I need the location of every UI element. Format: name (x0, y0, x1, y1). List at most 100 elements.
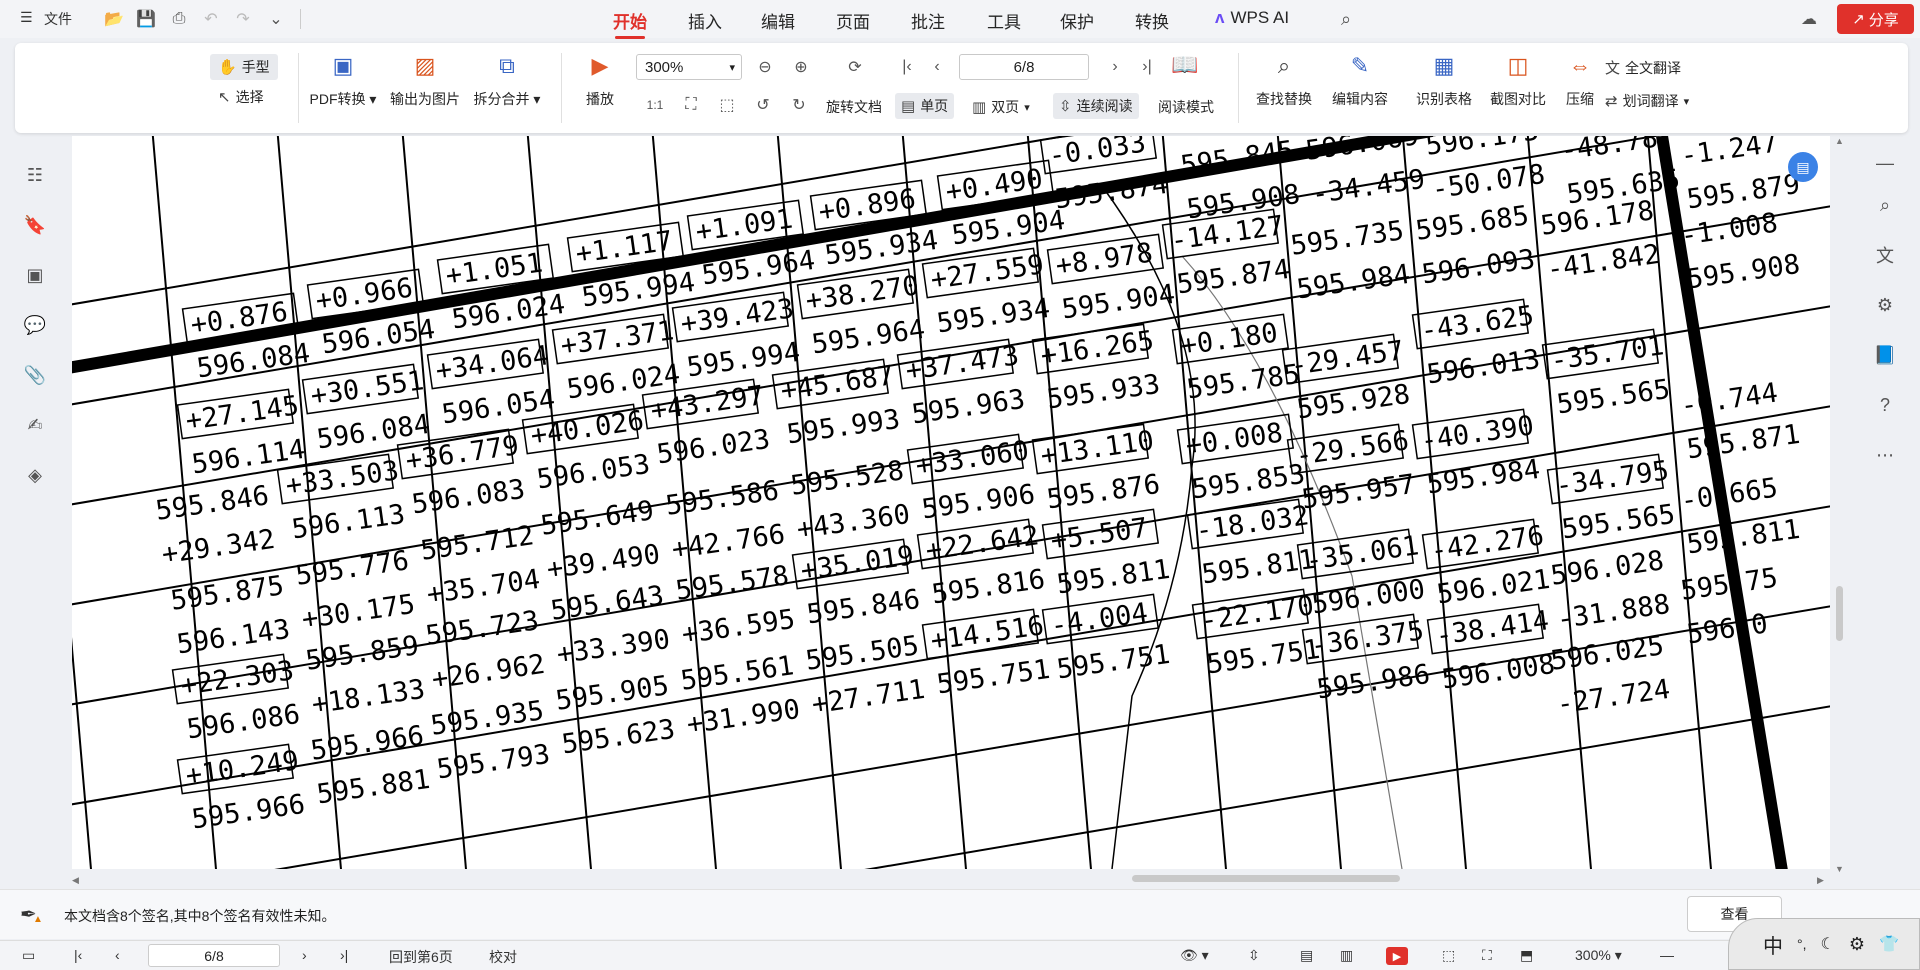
scroll-thumb[interactable] (1836, 586, 1843, 641)
first-page-icon[interactable]: |‹ (74, 947, 82, 963)
attachment-icon[interactable]: 📎 (22, 362, 48, 388)
comment-icon[interactable]: 💬 (22, 312, 48, 338)
word-translate-button[interactable]: ⇄ 划词翻译 ▾ (1605, 91, 1689, 111)
outline-icon[interactable]: ☷ (22, 162, 48, 188)
tab-edit[interactable]: 编辑 (761, 8, 795, 33)
punctuation-icon[interactable]: °, (1797, 936, 1807, 952)
pdf-convert-button[interactable]: ▣ PDF转换 ▾ (303, 51, 383, 109)
last-page-icon[interactable]: ›| (1135, 55, 1159, 79)
thumbnail-icon[interactable]: ▣ (22, 262, 48, 288)
proofread-button[interactable]: 校对 (489, 947, 517, 967)
hand-tool-button[interactable]: ✋ 手型 (210, 54, 278, 80)
search-icon[interactable]: ⌕ (1872, 192, 1898, 218)
play-icon[interactable]: ▶ (1386, 947, 1408, 965)
full-translate-button[interactable]: 文全文翻译 (1605, 57, 1681, 78)
recognize-table-button[interactable]: ▦ 识别表格 (1407, 51, 1481, 109)
gear-icon[interactable]: ⚙ (1849, 934, 1865, 955)
zoom-level[interactable]: 300% ▾ (1575, 947, 1622, 964)
continuous-icon[interactable]: ⇳ (1248, 947, 1260, 964)
search-icon[interactable]: ⌕ (1334, 7, 1358, 31)
edit-content-button[interactable]: ✎ 编辑内容 (1323, 51, 1397, 109)
tab-start[interactable]: 开始 (613, 8, 647, 39)
scroll-thumb[interactable] (1132, 875, 1400, 882)
eye-icon[interactable]: 👁 ▾ (1180, 947, 1209, 964)
tab-insert[interactable]: 插入 (688, 8, 722, 33)
export-image-button[interactable]: ▨ 输出为图片 (385, 51, 465, 109)
prev-page-icon[interactable]: ‹ (925, 55, 949, 79)
scroll-right-icon[interactable]: ▶ (1817, 875, 1824, 886)
last-page-icon[interactable]: ›| (340, 947, 348, 963)
rotate-doc-icon[interactable]: ⟳ (843, 55, 867, 79)
settings-sliders-icon[interactable]: ⚙ (1872, 292, 1898, 318)
screenshot-icon[interactable]: ⬒ (1520, 947, 1533, 964)
scroll-down-icon[interactable]: ▼ (1835, 864, 1844, 874)
actual-size-icon[interactable]: 1:1 (643, 93, 667, 117)
layers-icon[interactable]: ◈ (22, 462, 48, 488)
double-page-icon[interactable]: ▥ (1340, 947, 1353, 964)
continuous-read-button[interactable]: ⇳ 连续阅读 (1053, 93, 1139, 119)
play-button[interactable]: ▶ 播放 (575, 51, 625, 109)
select-tool-button[interactable]: ↖ 选择 (218, 87, 264, 107)
next-page-icon[interactable]: › (1103, 55, 1127, 79)
read-mode-button[interactable]: 阅读模式 (1158, 97, 1214, 117)
zoom-out-icon[interactable]: — (1660, 947, 1674, 963)
single-page-button[interactable]: ▤ 单页 (895, 93, 955, 119)
rotate-doc-button[interactable]: 旋转文档 (826, 97, 882, 117)
signature-icon[interactable]: ✍ (22, 412, 48, 438)
undo-icon[interactable]: ↶ (199, 7, 223, 31)
bookmark-icon[interactable]: 🔖 (22, 212, 48, 238)
rotate-left-icon[interactable]: ↺ (751, 93, 775, 117)
fit-page-icon[interactable]: ⛶ (679, 93, 703, 117)
page-number-input[interactable]: 6/8 (148, 944, 280, 967)
print-icon[interactable]: ⎙ (167, 7, 191, 31)
scroll-left-icon[interactable]: ◀ (72, 875, 79, 886)
compress-button[interactable]: ⇔ 压缩 (1555, 51, 1605, 109)
tab-convert[interactable]: 转换 (1135, 8, 1169, 33)
tab-page[interactable]: 页面 (836, 8, 870, 33)
find-replace-button[interactable]: ⌕ 查找替换 (1247, 51, 1321, 109)
split-merge-button[interactable]: ⧉ 拆分合并 ▾ (467, 51, 547, 109)
fit-page-icon[interactable]: ⛶ (1482, 947, 1492, 964)
double-page-button[interactable]: ▥ 双页 ▾ (972, 97, 1030, 117)
read-mode-icon[interactable]: 📖 (1171, 52, 1198, 77)
tab-tools[interactable]: 工具 (987, 8, 1021, 33)
more-icon[interactable]: ⋯ (1872, 442, 1898, 468)
share-button[interactable]: ↗ 分享 (1837, 4, 1914, 34)
tab-protect[interactable]: 保护 (1060, 8, 1094, 33)
scroll-up-icon[interactable]: ▲ (1835, 136, 1844, 146)
page-input[interactable]: 6/8 (959, 54, 1089, 80)
redo-icon[interactable]: ↷ (231, 7, 255, 31)
collapse-icon[interactable]: — (1872, 150, 1898, 176)
ime-language[interactable]: 中 (1763, 930, 1783, 959)
chevron-down-icon[interactable]: ⌄ (264, 7, 288, 31)
tab-annotate[interactable]: 批注 (911, 8, 945, 33)
hamburger-icon[interactable]: ☰ (20, 9, 33, 26)
ime-toolbar[interactable]: 中 °, ☾ ⚙ 👕 (1728, 918, 1920, 970)
prev-page-icon[interactable]: ‹ (115, 947, 120, 963)
save-icon[interactable]: 💾 (134, 7, 158, 31)
wps-ai-button[interactable]: ᴧ WPS AI (1215, 8, 1289, 28)
fit-width-icon[interactable]: ⬚ (1442, 947, 1455, 964)
sidebar-toggle-icon[interactable]: ▭ (22, 947, 35, 964)
screenshot-compare-button[interactable]: ◫ 截图对比 (1481, 51, 1555, 109)
rotate-right-icon[interactable]: ↻ (787, 93, 811, 117)
back-to-page-link[interactable]: 回到第6页 (389, 947, 453, 967)
vertical-scrollbar[interactable]: ▲ ▼ (1834, 136, 1846, 876)
cloud-upload-icon[interactable]: ☁ (1797, 7, 1821, 31)
floating-tool-icon[interactable]: ▤ (1788, 152, 1818, 182)
book-icon[interactable]: 📘 (1872, 342, 1898, 368)
zoom-out-icon[interactable]: ⊖ (753, 55, 777, 79)
fit-width-icon[interactable]: ⬚ (715, 93, 739, 117)
first-page-icon[interactable]: |‹ (895, 55, 919, 79)
open-folder-icon[interactable]: 📂 (102, 7, 126, 31)
document-viewport[interactable]: +0.876 596.084 +0.966 596.054 +1.051 596.024 +… (72, 136, 1830, 869)
moon-icon[interactable]: ☾ (1821, 934, 1835, 954)
translate-icon[interactable]: 文 (1872, 242, 1898, 268)
horizontal-scrollbar[interactable]: ◀ ▶ (72, 872, 1830, 886)
next-page-icon[interactable]: › (302, 947, 307, 963)
single-page-icon[interactable]: ▤ (1300, 947, 1313, 964)
zoom-in-icon[interactable]: ⊕ (789, 55, 813, 79)
file-menu[interactable]: 文件 (44, 9, 72, 29)
shirt-icon[interactable]: 👕 (1879, 934, 1899, 954)
zoom-select[interactable]: 300% ▾ (636, 54, 742, 80)
